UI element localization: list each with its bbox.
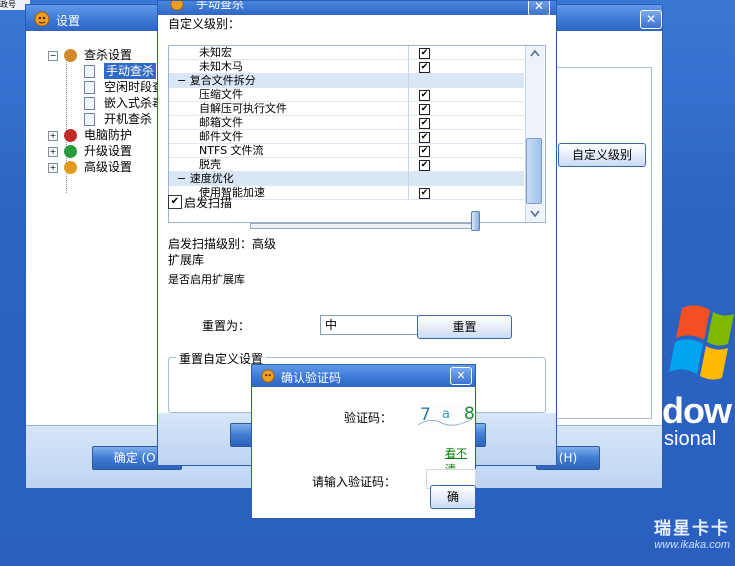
scan-option-row[interactable]: − 复合文件拆分	[169, 74, 524, 88]
xp-edition-text: sional	[664, 428, 717, 450]
page-icon	[84, 65, 95, 78]
tree-item[interactable]: 查杀设置	[84, 47, 132, 63]
scan-option-checkbox[interactable]: ✔	[419, 160, 430, 171]
scan-option-value-cell: ✔	[409, 186, 524, 200]
reset-label: 重置为：	[202, 319, 251, 333]
extlib-question: 是否启用扩展库	[168, 273, 245, 286]
custom-level-button[interactable]: 自定义级别	[558, 143, 646, 167]
captcha-image: 7 a 8	[416, 403, 475, 431]
tree-expander-icon[interactable]: +	[48, 147, 58, 157]
scan-option-value-cell: ✔	[409, 116, 524, 130]
scan-option-row[interactable]: 未知宏 ✔	[169, 46, 524, 60]
startup-level-slider[interactable]	[250, 223, 480, 229]
captcha-ok-button[interactable]: 确	[430, 485, 476, 509]
tree-expander-icon[interactable]: +	[48, 163, 58, 173]
update-icon	[64, 145, 77, 158]
reset-level-select[interactable]: 中	[320, 315, 418, 335]
page-icon	[84, 97, 95, 110]
scan-option-label: 未知宏	[169, 46, 409, 60]
scan-option-row[interactable]: − 速度优化	[169, 172, 524, 186]
scan-option-label: NTFS 文件流	[169, 144, 409, 158]
tree-item[interactable]: 空闲时段查	[104, 79, 164, 95]
scan-option-checkbox[interactable]: ✔	[419, 90, 430, 101]
scan-option-row[interactable]: 邮箱文件 ✔	[169, 116, 524, 130]
scan-option-value-cell: ✔	[409, 144, 524, 158]
gears-icon	[64, 161, 77, 174]
captcha-dialog: 确认验证码 ✕ 验证码： 7 a 8 看不清 请输入验证码： 确	[251, 364, 476, 519]
captcha-code-label: 验证码：	[344, 411, 393, 425]
tree-expander-icon[interactable]: +	[48, 131, 58, 141]
scan-option-checkbox[interactable]: ✔	[419, 62, 430, 73]
windows-logo-icon	[669, 305, 734, 380]
captcha-enter-label: 请输入验证码：	[312, 475, 397, 489]
scan-option-label: 脱壳	[169, 158, 409, 172]
rising-lion-icon	[261, 369, 275, 383]
scan-option-value-cell: ✔	[409, 158, 524, 172]
watermark-url: www.ikaka.com	[654, 539, 730, 551]
scan-option-value-cell	[409, 74, 524, 88]
captcha-close-button[interactable]: ✕	[450, 367, 472, 385]
scan-option-label: 邮箱文件	[169, 116, 409, 130]
scan-option-label: − 速度优化	[169, 172, 409, 186]
extlib-label: 扩展库	[168, 253, 205, 267]
page-icon	[84, 81, 95, 94]
reset-button[interactable]: 重置	[417, 315, 512, 339]
scan-option-row[interactable]: 邮件文件 ✔	[169, 130, 524, 144]
settings-close-button[interactable]: ✕	[640, 10, 662, 29]
scroll-up-icon[interactable]	[529, 49, 541, 57]
custom-level-label: 自定义级别：	[168, 17, 241, 31]
captcha-titlebar[interactable]: 确认验证码 ✕	[252, 365, 475, 387]
rising-lion-icon	[170, 1, 184, 11]
manual-titlebar[interactable]: 手动查杀 ✕	[158, 1, 556, 15]
scan-option-label: 邮件文件	[169, 130, 409, 144]
scan-option-row[interactable]: NTFS 文件流 ✔	[169, 144, 524, 158]
scan-option-row[interactable]: 自解压可执行文件 ✔	[169, 102, 524, 116]
scan-option-label: 自解压可执行文件	[169, 102, 409, 116]
tree-item[interactable]: 手动查杀	[104, 63, 157, 79]
tree-item[interactable]: 电脑防护	[84, 127, 132, 143]
scan-option-value-cell: ✔	[409, 102, 524, 116]
scan-option-row[interactable]: 脱壳 ✔	[169, 158, 524, 172]
startup-scan-checkbox[interactable]: ✔	[168, 195, 182, 209]
scan-option-row[interactable]: 压缩文件 ✔	[169, 88, 524, 102]
scan-option-checkbox[interactable]: ✔	[419, 146, 430, 157]
scan-option-label: 未知木马	[169, 60, 409, 74]
scan-option-value-cell: ✔	[409, 46, 524, 60]
settings-title: 设置	[56, 14, 81, 28]
watermark: 瑞星卡卡 www.ikaka.com	[600, 514, 730, 562]
magnifier-icon	[64, 49, 77, 62]
scan-option-row[interactable]: 未知木马 ✔	[169, 60, 524, 74]
scan-option-label: 压缩文件	[169, 88, 409, 102]
page-icon	[84, 113, 95, 126]
tree-item[interactable]: 高级设置	[84, 159, 132, 175]
tree-item[interactable]: 嵌入式杀毒	[104, 95, 164, 111]
scan-option-value-cell: ✔	[409, 88, 524, 102]
list-scrollbar-thumb[interactable]	[526, 138, 542, 204]
tree-item[interactable]: 开机查杀	[104, 111, 152, 127]
shield-icon	[64, 129, 77, 142]
scan-option-label: − 复合文件拆分	[169, 74, 409, 88]
scan-option-checkbox[interactable]: ✔	[419, 132, 430, 143]
scroll-down-icon[interactable]	[529, 210, 541, 218]
scan-option-value-cell: ✔	[409, 60, 524, 74]
captcha-title: 确认验证码	[281, 371, 342, 385]
settings-right-panel	[554, 67, 652, 419]
scan-option-checkbox[interactable]: ✔	[419, 48, 430, 59]
rising-lion-icon	[34, 11, 50, 27]
startup-scan-label: 启发扫描	[184, 196, 233, 210]
xp-wordmark: dow	[662, 390, 732, 431]
captcha-noise-icon	[417, 418, 473, 426]
startup-level-slider-thumb[interactable]	[471, 211, 480, 231]
scan-option-checkbox[interactable]: ✔	[419, 104, 430, 115]
scan-option-value-cell: ✔	[409, 130, 524, 144]
tree-expander-icon[interactable]: −	[48, 51, 58, 61]
scan-option-checkbox[interactable]: ✔	[419, 188, 430, 199]
scan-option-value-cell	[409, 172, 524, 186]
manual-close-button[interactable]: ✕	[528, 1, 550, 15]
manual-title: 手动查杀	[196, 1, 245, 11]
startup-level-text: 启发扫描级别：高级	[168, 237, 277, 251]
scan-option-checkbox[interactable]: ✔	[419, 118, 430, 129]
watermark-brand: 瑞星卡卡	[654, 519, 730, 539]
tree-item[interactable]: 升级设置	[84, 143, 132, 159]
